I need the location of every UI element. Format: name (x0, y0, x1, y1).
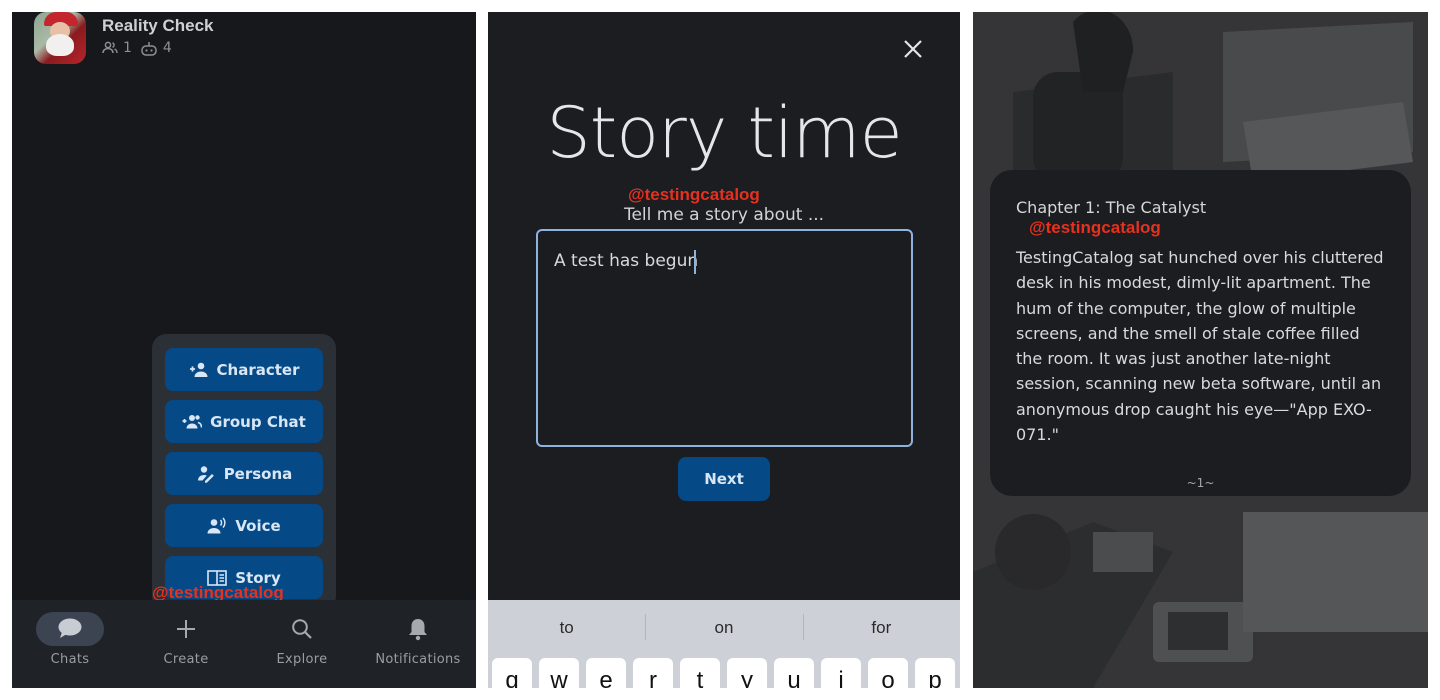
key[interactable]: o (868, 658, 908, 688)
key[interactable]: w (539, 658, 579, 688)
close-icon[interactable] (902, 38, 924, 60)
menu-label: Persona (223, 464, 293, 483)
chapter-card: Chapter 1: The Catalyst @testingcatalog … (990, 170, 1411, 496)
suggestion[interactable]: for (802, 614, 960, 640)
keyboard-top-row: q w e r t y u i o p (488, 658, 960, 688)
bot-icon (141, 41, 157, 56)
nav-label: Create (163, 652, 209, 667)
person-add-icon (189, 362, 208, 377)
chat-header[interactable]: Reality Check 1 4 (34, 12, 214, 64)
chats-screen: Reality Check 1 4 Character Group Chat P… (12, 12, 476, 688)
watermark: @testingcatalog (628, 185, 760, 204)
chapter-body: TestingCatalog sat hunched over his clut… (1016, 248, 1384, 445)
story-input[interactable] (536, 229, 913, 447)
story-chapter-screen: Chapter 1: The Catalyst @testingcatalog … (973, 12, 1428, 688)
nav-chats[interactable]: Chats (12, 600, 128, 688)
search-icon (292, 619, 312, 639)
suggestion[interactable]: to (488, 618, 645, 638)
key[interactable]: i (821, 658, 861, 688)
create-voice-button[interactable]: Voice (165, 504, 323, 547)
suggestion[interactable]: on (645, 614, 802, 640)
story-time-screen: Story time @testingcatalog Tell me a sto… (488, 12, 960, 688)
members-count: 1 (123, 40, 132, 56)
next-button[interactable]: Next (678, 457, 770, 501)
members-icon (102, 41, 118, 54)
menu-label: Character (216, 360, 300, 379)
text-caret (694, 250, 696, 274)
group-add-icon (182, 414, 203, 428)
nav-create[interactable]: Create (128, 600, 244, 688)
key[interactable]: t (680, 658, 720, 688)
key[interactable]: q (492, 658, 532, 688)
nav-label: Chats (50, 652, 90, 667)
chat-avatar (34, 12, 86, 64)
menu-label: Group Chat (210, 412, 306, 431)
nav-explore[interactable]: Explore (244, 600, 360, 688)
watermark: @testingcatalog (1029, 218, 1161, 237)
plus-icon (177, 620, 195, 638)
key[interactable]: e (586, 658, 626, 688)
page-title: Story time (546, 92, 902, 174)
chat-title: Reality Check (102, 16, 214, 35)
bell-icon (409, 619, 427, 641)
menu-label: Voice (235, 516, 281, 535)
on-screen-keyboard: to on for q w e r t y u i o p (488, 600, 960, 688)
nav-label: Notifications (375, 652, 461, 667)
key[interactable]: r (633, 658, 673, 688)
create-menu: Character Group Chat Persona Voice Story (152, 334, 336, 610)
key[interactable]: p (915, 658, 955, 688)
voice-icon (207, 516, 226, 533)
create-persona-button[interactable]: Persona (165, 452, 323, 495)
page-indicator: ~1~ (1186, 476, 1215, 490)
chat-bubble-icon (58, 618, 82, 638)
keyboard-suggestions: to on for (488, 600, 960, 656)
nav-notifications[interactable]: Notifications (360, 600, 476, 688)
key[interactable]: u (774, 658, 814, 688)
story-prompt-label: Tell me a story about ... (623, 205, 825, 225)
chapter-title: Chapter 1: The Catalyst (1016, 198, 1207, 217)
bottom-nav: Chats Create Explore Notifications (12, 600, 476, 688)
create-group-chat-button[interactable]: Group Chat (165, 400, 323, 443)
nav-label: Explore (276, 652, 328, 667)
key[interactable]: y (727, 658, 767, 688)
bots-count: 4 (162, 40, 172, 56)
person-edit-icon (197, 465, 214, 483)
create-character-button[interactable]: Character (165, 348, 323, 391)
